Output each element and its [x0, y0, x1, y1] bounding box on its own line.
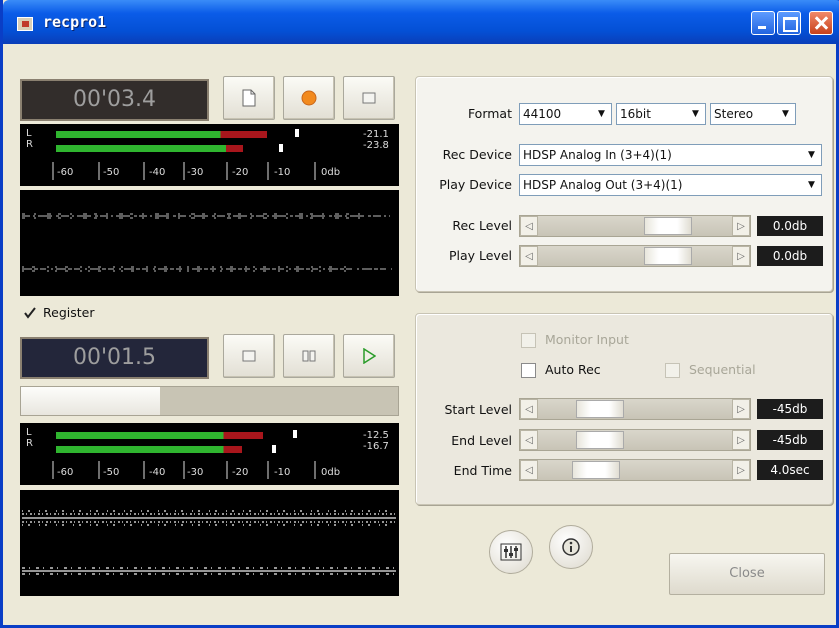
end-time-label: End Time — [453, 463, 512, 478]
register-label: Register — [43, 305, 95, 320]
chevron-down-icon: ▼ — [803, 146, 820, 164]
slider-thumb[interactable] — [572, 461, 620, 479]
rec-right-db: -23.8 — [363, 140, 389, 151]
monitor-input-label: Monitor Input — [545, 332, 629, 347]
close-window-button[interactable] — [809, 11, 833, 35]
chevron-left-icon[interactable]: ◁ — [520, 246, 538, 266]
play-level-value: 0.0db — [757, 246, 823, 266]
chevron-left-icon[interactable]: ◁ — [520, 430, 538, 450]
auto-rec-checkbox[interactable] — [521, 363, 536, 378]
checkmark-icon — [24, 307, 36, 319]
rec-waveform — [20, 190, 399, 296]
title-bar[interactable]: recpro1 — [3, 0, 839, 44]
play-time-display: 00'01.5 — [20, 337, 209, 379]
chevron-left-icon[interactable]: ◁ — [520, 216, 538, 236]
pause-button[interactable] — [283, 334, 335, 378]
mixer-icon — [500, 543, 522, 561]
chevron-right-icon[interactable]: ▷ — [732, 399, 750, 419]
format-label: Format — [467, 106, 512, 121]
rec-device-label: Rec Device — [442, 147, 512, 162]
chevron-right-icon[interactable]: ▷ — [732, 246, 750, 266]
bit-depth-select[interactable]: 16bit ▼ — [616, 103, 706, 125]
rec-left-db: -21.1 — [363, 129, 389, 140]
chevron-down-icon: ▼ — [593, 105, 610, 123]
chevron-down-icon: ▼ — [687, 105, 704, 123]
rec-time-display: 00'03.4 — [20, 79, 209, 121]
play-level-label: Play Level — [448, 248, 512, 263]
chevron-down-icon: ▼ — [803, 176, 820, 194]
rec-device-select[interactable]: HDSP Analog In (3+4)(1) ▼ — [519, 144, 822, 166]
end-level-slider[interactable]: ◁ ▷ — [519, 429, 751, 451]
chevron-right-icon[interactable]: ▷ — [732, 430, 750, 450]
slider-thumb[interactable] — [644, 217, 692, 235]
rec-level-value: 0.0db — [757, 216, 823, 236]
slider-thumb[interactable] — [644, 247, 692, 265]
record-icon — [284, 77, 334, 119]
sequential-label: Sequential — [689, 362, 756, 377]
chevron-left-icon[interactable]: ◁ — [520, 399, 538, 419]
play-stop-button[interactable] — [223, 334, 275, 378]
document-icon — [224, 77, 274, 119]
play-device-select[interactable]: HDSP Analog Out (3+4)(1) ▼ — [519, 174, 822, 196]
maximize-button[interactable] — [777, 11, 801, 35]
stop-icon — [344, 77, 394, 119]
end-time-value: 4.0sec — [757, 460, 823, 480]
sample-rate-select[interactable]: 44100 ▼ — [519, 103, 612, 125]
slider-thumb[interactable] — [576, 431, 624, 449]
play-waveform — [20, 490, 399, 596]
start-level-value: -45db — [757, 399, 823, 419]
play-level-slider[interactable]: ◁ ▷ — [519, 245, 751, 267]
rec-meter-left-bar — [56, 131, 267, 138]
register-checkbox[interactable] — [23, 306, 37, 320]
chevron-left-icon[interactable]: ◁ — [520, 460, 538, 480]
start-level-slider[interactable]: ◁ ▷ — [519, 398, 751, 420]
play-meter-right-bar — [56, 446, 242, 453]
app-window: recpro1 00'03.4 L R -21.1 -23.8 -60 -50 … — [0, 0, 839, 628]
play-right-db: -16.7 — [363, 441, 389, 452]
window-title: recpro1 — [43, 13, 107, 31]
rec-level-slider[interactable]: ◁ ▷ — [519, 215, 751, 237]
chevron-down-icon: ▼ — [777, 105, 794, 123]
auto-rec-label: Auto Rec — [545, 362, 601, 377]
info-icon — [562, 538, 580, 556]
pause-icon — [284, 335, 334, 377]
chevron-right-icon[interactable]: ▷ — [732, 216, 750, 236]
sequential-checkbox[interactable] — [665, 363, 680, 378]
minimize-button[interactable] — [751, 11, 775, 35]
end-level-value: -45db — [757, 430, 823, 450]
play-meter-left-bar — [56, 432, 263, 439]
chevron-right-icon[interactable]: ▷ — [732, 460, 750, 480]
rec-level-meter: L R -21.1 -23.8 -60 -50 -40 -30 -20 -10 … — [20, 124, 399, 186]
slider-thumb[interactable] — [576, 400, 624, 418]
play-icon — [344, 335, 394, 377]
monitor-input-checkbox[interactable] — [521, 333, 536, 348]
rec-meter-right-bar — [56, 145, 243, 152]
mixer-button[interactable] — [489, 530, 533, 574]
start-level-label: Start Level — [444, 402, 512, 417]
new-file-button[interactable] — [223, 76, 275, 120]
end-level-label: End Level — [451, 433, 512, 448]
close-button[interactable]: Close — [669, 553, 825, 595]
playback-progress-fill — [21, 387, 161, 415]
rec-stop-button[interactable] — [343, 76, 395, 120]
record-button[interactable] — [283, 76, 335, 120]
end-time-slider[interactable]: ◁ ▷ — [519, 459, 751, 481]
channels-select[interactable]: Stereo ▼ — [710, 103, 796, 125]
info-button[interactable] — [549, 525, 593, 569]
app-icon — [17, 17, 33, 31]
playback-progress-bar[interactable] — [20, 386, 399, 416]
stop-icon — [224, 335, 274, 377]
play-level-meter: L R -12.5 -16.7 -60 -50 -40 -30 -20 -10 … — [20, 423, 399, 485]
play-left-db: -12.5 — [363, 430, 389, 441]
rec-level-label: Rec Level — [452, 218, 512, 233]
play-button[interactable] — [343, 334, 395, 378]
play-device-label: Play Device — [439, 177, 512, 192]
